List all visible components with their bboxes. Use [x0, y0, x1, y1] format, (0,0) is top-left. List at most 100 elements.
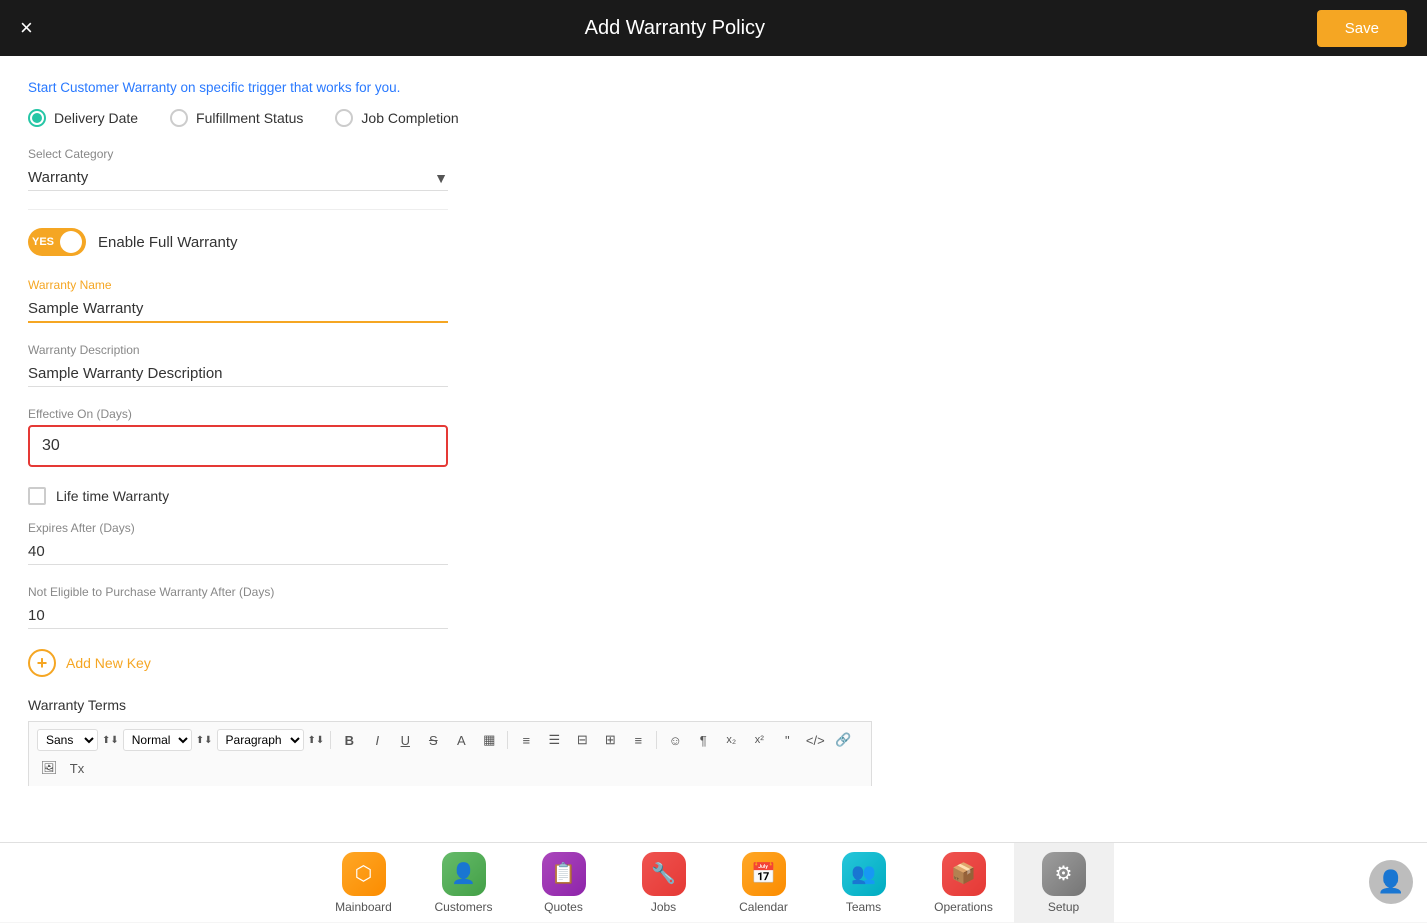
- radio-delivery-date-label: Delivery Date: [54, 110, 138, 126]
- nav-jobs[interactable]: 🔧 Jobs: [614, 843, 714, 923]
- setup-label: Setup: [1048, 900, 1079, 914]
- nav-operations[interactable]: 📦 Operations: [914, 843, 1014, 923]
- toggle-yes-label: YES: [32, 236, 54, 248]
- effective-on-days-label: Effective On (Days): [28, 407, 448, 421]
- italic-button[interactable]: I: [365, 728, 389, 752]
- calendar-icon: 📅: [742, 852, 786, 896]
- nav-teams[interactable]: 👥 Teams: [814, 843, 914, 923]
- radio-job-completion-circle: [335, 109, 353, 127]
- warranty-name-field: Warranty Name: [28, 278, 448, 323]
- nav-calendar[interactable]: 📅 Calendar: [714, 843, 814, 923]
- category-select[interactable]: Warranty Service Parts: [28, 169, 434, 186]
- expires-after-field: Expires After (Days): [28, 521, 448, 565]
- main-content: Start Customer Warranty on specific trig…: [0, 56, 1427, 842]
- outdent-button[interactable]: ⊞: [598, 728, 622, 752]
- superscript-button[interactable]: x²: [747, 728, 771, 752]
- dropdown-arrow-icon: ▼: [434, 170, 448, 186]
- strikethrough-button[interactable]: S: [421, 728, 445, 752]
- quotes-icon: 📋: [542, 852, 586, 896]
- toggle-knob: [60, 231, 82, 253]
- customers-icon: 👤: [442, 852, 486, 896]
- avatar[interactable]: 👤: [1369, 860, 1413, 904]
- font-size-arrow-icon: ⬆⬇: [196, 735, 213, 746]
- effective-on-days-field: Effective On (Days): [28, 407, 448, 467]
- image-button[interactable]: 🖼: [37, 756, 61, 780]
- close-button[interactable]: ×: [20, 15, 33, 41]
- not-eligible-label: Not Eligible to Purchase Warranty After …: [28, 585, 448, 599]
- enable-full-warranty-toggle[interactable]: YES: [28, 228, 86, 256]
- font-family-select[interactable]: Sans Serif Mono: [37, 729, 98, 751]
- font-size-select[interactable]: Normal Large Small: [123, 729, 192, 751]
- category-select-wrapper[interactable]: Warranty Service Parts ▼: [28, 165, 448, 191]
- font-family-arrow-icon: ⬆⬇: [102, 735, 119, 746]
- enable-full-warranty-row: YES Enable Full Warranty: [28, 228, 872, 256]
- radio-delivery-date[interactable]: Delivery Date: [28, 109, 138, 127]
- radio-fulfillment-status[interactable]: Fulfillment Status: [170, 109, 303, 127]
- highlight-button[interactable]: ▦: [477, 728, 501, 752]
- operations-icon: 📦: [942, 852, 986, 896]
- align-left-button[interactable]: ≡: [626, 728, 650, 752]
- underline-button[interactable]: U: [393, 728, 417, 752]
- radio-fulfillment-status-label: Fulfillment Status: [196, 110, 303, 126]
- calendar-label: Calendar: [739, 900, 788, 914]
- category-field: Select Category Warranty Service Parts ▼: [28, 147, 872, 191]
- radio-fulfillment-status-circle: [170, 109, 188, 127]
- trigger-info: Start Customer Warranty on specific trig…: [28, 72, 872, 95]
- add-new-key-icon: +: [28, 649, 56, 677]
- warranty-description-field: Warranty Description: [28, 343, 448, 387]
- nav-quotes[interactable]: 📋 Quotes: [514, 843, 614, 923]
- mainboard-icon: ⬡: [342, 852, 386, 896]
- subscript-button[interactable]: x₂: [719, 728, 743, 752]
- warranty-name-input[interactable]: [28, 296, 448, 323]
- add-new-key-row[interactable]: + Add New Key: [28, 649, 872, 677]
- lifetime-warranty-label: Life time Warranty: [56, 488, 169, 504]
- not-eligible-field: Not Eligible to Purchase Warranty After …: [28, 585, 448, 629]
- nav-setup[interactable]: ⚙ Setup: [1014, 843, 1114, 923]
- blockquote-button[interactable]: ": [775, 728, 799, 752]
- customers-label: Customers: [434, 900, 492, 914]
- toolbar-sep-2: [507, 731, 508, 749]
- radio-job-completion[interactable]: Job Completion: [335, 109, 458, 127]
- warranty-description-input[interactable]: [28, 361, 448, 387]
- operations-label: Operations: [934, 900, 993, 914]
- header: × Add Warranty Policy Save: [0, 0, 1427, 56]
- bottom-navigation: ⬡ Mainboard 👤 Customers 📋 Quotes 🔧 Jobs …: [0, 842, 1427, 922]
- nav-mainboard[interactable]: ⬡ Mainboard: [314, 843, 414, 923]
- paragraph-arrow-icon: ⬆⬇: [308, 735, 325, 746]
- code-button[interactable]: </>: [803, 728, 827, 752]
- unordered-list-button[interactable]: ☰: [542, 728, 566, 752]
- teams-icon: 👥: [842, 852, 886, 896]
- paragraph-select[interactable]: Paragraph Heading 1 Heading 2: [217, 729, 304, 751]
- radio-job-completion-label: Job Completion: [361, 110, 458, 126]
- save-button[interactable]: Save: [1317, 10, 1407, 47]
- trigger-radio-group: Delivery Date Fulfillment Status Job Com…: [28, 109, 872, 127]
- paragraph-mark-button[interactable]: ¶: [691, 728, 715, 752]
- quotes-label: Quotes: [544, 900, 583, 914]
- expires-after-input[interactable]: [28, 539, 448, 565]
- divider-1: [28, 209, 448, 210]
- effective-on-days-input[interactable]: [28, 425, 448, 467]
- lifetime-warranty-checkbox[interactable]: [28, 487, 46, 505]
- ordered-list-button[interactable]: ≡: [514, 728, 538, 752]
- warranty-name-label: Warranty Name: [28, 278, 448, 292]
- toggle-label: Enable Full Warranty: [98, 234, 238, 251]
- jobs-label: Jobs: [651, 900, 676, 914]
- link-button[interactable]: 🔗: [831, 728, 855, 752]
- setup-icon: ⚙: [1042, 852, 1086, 896]
- toolbar-sep-3: [656, 731, 657, 749]
- emoji-button[interactable]: ☺: [663, 728, 687, 752]
- add-new-key-label: Add New Key: [66, 655, 151, 671]
- clear-format-button[interactable]: Tx: [65, 756, 89, 780]
- indent-button[interactable]: ⊟: [570, 728, 594, 752]
- bold-button[interactable]: B: [337, 728, 361, 752]
- lifetime-warranty-row: Life time Warranty: [28, 487, 872, 505]
- expires-after-label: Expires After (Days): [28, 521, 448, 535]
- nav-customers[interactable]: 👤 Customers: [414, 843, 514, 923]
- category-label: Select Category: [28, 147, 872, 161]
- mainboard-label: Mainboard: [335, 900, 392, 914]
- font-color-button[interactable]: A: [449, 728, 473, 752]
- warranty-terms-toolbar: Sans Serif Mono ⬆⬇ Normal Large Small ⬆⬇…: [28, 721, 872, 786]
- teams-label: Teams: [846, 900, 881, 914]
- not-eligible-input[interactable]: [28, 603, 448, 629]
- radio-delivery-date-circle: [28, 109, 46, 127]
